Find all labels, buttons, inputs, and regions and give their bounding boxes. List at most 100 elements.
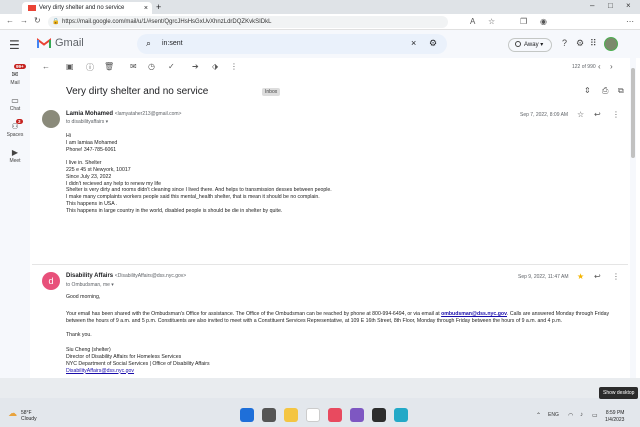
search-options-icon[interactable]: ⚙ — [429, 38, 437, 49]
report-spam-icon[interactable]: ⓘ — [86, 62, 94, 73]
recipient-line[interactable]: to Ombudsman, me ▾ — [66, 282, 114, 288]
close-window-icon[interactable]: × — [626, 1, 631, 10]
more-actions-icon[interactable]: ⋮ — [230, 62, 238, 71]
battery-icon[interactable]: ▭ — [592, 412, 598, 419]
older-icon[interactable]: › — [610, 62, 613, 71]
scrollbar[interactable] — [630, 58, 636, 378]
reply-icon[interactable]: ↩ — [594, 272, 601, 281]
paragraph-text: Your email has been shared with the Ombu… — [66, 310, 442, 317]
move-to-icon[interactable]: ➔ — [192, 62, 199, 71]
more-icon[interactable]: ⋮ — [612, 272, 620, 281]
rail-item-spaces[interactable]: ⚇ Spaces 3 — [0, 119, 30, 138]
weather-widget[interactable]: ☁ 58°F Cloudy — [8, 409, 37, 423]
minimize-icon[interactable]: – — [590, 1, 594, 10]
close-tab-icon[interactable]: × — [144, 5, 148, 12]
clock-time: 8:59 PM — [605, 410, 625, 416]
gmail-header: ☰ Gmail ⌕ in:sent × ⚙ Away ▾ ? ⚙ ⠿ — [0, 30, 640, 58]
gmail-logo-icon — [37, 38, 51, 48]
url-field[interactable]: 🔒 https://mail.google.com/mail/u/1/#sent… — [48, 16, 448, 28]
add-task-icon[interactable]: ✓ — [168, 62, 175, 71]
reload-icon[interactable]: ↻ — [34, 16, 41, 25]
meet-icon: ▶ — [11, 148, 19, 157]
rail-item-mail[interactable]: ✉ Mail 99+ — [0, 64, 30, 86]
gmail-logo-text: Gmail — [55, 37, 84, 49]
search-icon[interactable]: ⌕ — [146, 38, 151, 49]
search-bar[interactable]: ⌕ in:sent × ⚙ — [137, 34, 447, 54]
favorite-icon[interactable]: ☆ — [488, 17, 495, 26]
rail-chat-label: Chat — [9, 106, 21, 112]
message-sender[interactable]: Disability Affairs <DisabilityAffairs@ds… — [66, 273, 186, 279]
browser-menu-icon[interactable]: ⋯ — [626, 17, 634, 26]
main-menu-icon[interactable]: ☰ — [9, 38, 20, 52]
back-to-list-icon[interactable]: ← — [42, 62, 50, 71]
back-icon[interactable]: ← — [6, 16, 14, 25]
forward-icon[interactable]: → — [20, 16, 28, 25]
settings-icon[interactable]: ⚙ — [576, 38, 584, 49]
recipient-line[interactable]: to disabilityaffairs ▾ — [66, 119, 108, 125]
show-hidden-icons[interactable]: ⌃ — [536, 412, 541, 419]
browser-tab[interactable]: Very dirty shelter and no service × — [22, 2, 152, 14]
signature-name: Siu Cheng (shelter) — [66, 347, 111, 354]
message-date: Sep 7, 2022, 8:09 AM — [520, 112, 569, 118]
new-tab-icon[interactable]: + — [156, 2, 161, 12]
page-count: 122 of 990 — [572, 64, 596, 70]
edge-browser-icon[interactable] — [394, 408, 408, 422]
file-explorer-icon[interactable] — [284, 408, 298, 422]
profile-icon[interactable]: ◉ — [540, 17, 547, 26]
label-icon[interactable]: ⬗ — [212, 62, 218, 71]
app-icon[interactable] — [350, 408, 364, 422]
email-subject: Very dirty shelter and no service — [66, 86, 209, 97]
more-icon[interactable]: ⋮ — [612, 110, 620, 119]
task-view-icon[interactable] — [262, 408, 276, 422]
store-icon[interactable] — [306, 408, 320, 422]
apps-icon[interactable]: ⠿ — [590, 38, 597, 49]
status-button[interactable]: Away ▾ — [508, 38, 552, 52]
message-pane: ← ▣ ⓘ 🗑 ✉ ◷ ✓ ➔ ⬗ ⋮ 122 of 990 ‹ › Very … — [32, 58, 628, 378]
start-icon[interactable] — [240, 408, 254, 422]
expand-all-icon[interactable]: ⇕ — [584, 86, 591, 95]
newer-icon[interactable]: ‹ — [598, 62, 601, 71]
inbox-label-tag[interactable]: Inbox — [262, 88, 281, 96]
message-body: Good morning, Your email has been shared… — [66, 294, 622, 374]
collections-icon[interactable]: ❐ — [520, 17, 527, 26]
body-line — [66, 153, 332, 160]
sender-avatar: d — [42, 272, 60, 290]
mark-unread-icon[interactable]: ✉ — [130, 62, 137, 71]
reader-icon[interactable]: A — [470, 17, 475, 26]
rail-spaces-label: Spaces — [6, 132, 24, 138]
app-icon[interactable] — [328, 408, 342, 422]
snooze-icon[interactable]: ◷ — [148, 62, 155, 71]
language-indicator[interactable]: ENG — [548, 412, 559, 418]
search-input[interactable]: in:sent — [162, 40, 183, 47]
system-clock[interactable]: 8:59 PM 1/4/2023 — [605, 410, 624, 424]
rail-item-meet[interactable]: ▶ Meet — [0, 148, 30, 164]
delete-icon[interactable]: 🗑 — [104, 62, 114, 71]
thanks-line: Thank you. — [66, 332, 92, 339]
account-avatar[interactable] — [604, 37, 618, 51]
volume-icon[interactable]: ♪ — [580, 412, 583, 418]
status-label: Away — [524, 42, 539, 48]
terminal-icon[interactable] — [372, 408, 386, 422]
reply-icon[interactable]: ↩ — [594, 110, 601, 119]
archive-icon[interactable]: ▣ — [66, 62, 74, 71]
maximize-icon[interactable]: □ — [608, 1, 613, 10]
help-icon[interactable]: ? — [562, 38, 567, 48]
body-line: I live in. Shelter — [66, 160, 102, 167]
body-line: 225 e 45 st Newyork, 10017 — [66, 166, 131, 173]
sender-name: Lamia Mohamed — [66, 111, 114, 117]
body-line: I am lamiaa Mohamed — [66, 139, 118, 146]
status-dot-icon — [515, 41, 521, 48]
star-icon[interactable]: ★ — [577, 272, 584, 281]
ombudsman-email-link[interactable]: ombudsman@dss.nyc.gov — [441, 311, 507, 317]
message-sender[interactable]: Lamia Mohamed <lamyataher213@gmail.com> — [66, 111, 181, 117]
star-icon[interactable]: ☆ — [577, 110, 584, 119]
print-icon[interactable]: ⎙ — [602, 86, 608, 96]
signature-email-link[interactable]: DisabilityAffairs@dss.nyc.gov — [66, 368, 622, 375]
open-new-window-icon[interactable]: ⧉ — [618, 86, 624, 96]
body-line: Shelter is very dirty and rooms didn't c… — [66, 187, 332, 194]
wifi-icon[interactable]: ◠ — [568, 412, 573, 419]
scrollbar-thumb[interactable] — [631, 68, 635, 158]
rail-item-chat[interactable]: ▭ Chat — [0, 96, 30, 112]
clear-search-icon[interactable]: × — [411, 38, 416, 48]
mail-icon: ✉ — [11, 70, 19, 79]
